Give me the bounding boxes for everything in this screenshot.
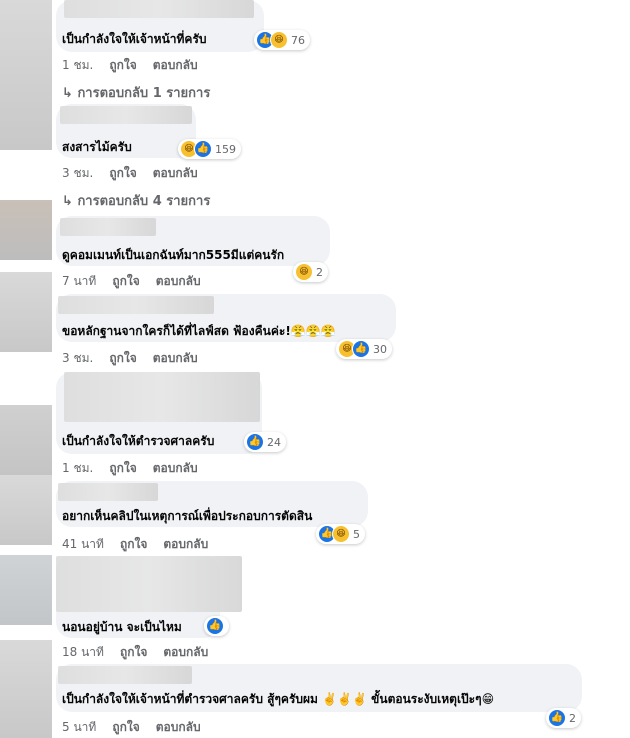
- reactions-summary[interactable]: 👍 😆 76: [254, 30, 310, 50]
- comment-bubble: เป็นกำลังใจให้ตำรวจศาลครับ: [56, 372, 262, 454]
- reply-button[interactable]: ตอบกลับ: [153, 164, 198, 183]
- commenter-name[interactable]: [64, 0, 254, 18]
- commenter-name[interactable]: [58, 666, 192, 684]
- avatar[interactable]: [0, 272, 52, 352]
- like-button[interactable]: ถูกใจ: [109, 349, 136, 368]
- commenter-name[interactable]: [58, 296, 214, 314]
- comment-time[interactable]: 3 ชม.: [62, 164, 93, 183]
- like-button[interactable]: ถูกใจ: [120, 643, 147, 662]
- like-icon: 👍: [206, 617, 224, 635]
- reply-button[interactable]: ตอบกลับ: [153, 349, 198, 368]
- like-button[interactable]: ถูกใจ: [112, 718, 139, 737]
- grin-emoji: 😁: [481, 692, 495, 706]
- reactions-summary[interactable]: 😆 👍 159: [178, 139, 241, 159]
- comment-actions: 18 นาที ถูกใจ ตอบกลับ: [62, 643, 208, 662]
- comment-time[interactable]: 1 ชม.: [62, 56, 93, 75]
- comment-bubble: สงสารไม้ครับ: [56, 104, 196, 158]
- comment-text: อยากเห็นคลิปในเหตุการณ์เพื่อประกอบการตัด…: [62, 509, 313, 523]
- comment-time[interactable]: 7 นาที: [62, 272, 96, 291]
- avatar[interactable]: [0, 405, 52, 475]
- commenter-name[interactable]: [64, 372, 260, 422]
- haha-icon: 😆: [270, 31, 288, 49]
- reply-button[interactable]: ตอบกลับ: [156, 272, 201, 291]
- commenter-name[interactable]: [56, 556, 242, 612]
- comment-actions: 3 ชม. ถูกใจ ตอบกลับ: [62, 164, 198, 183]
- victory-emoji: ✌️✌️✌️: [322, 692, 367, 706]
- comment-bubble: ดูคอมเมนท์เป็นเอกฉันท์มาก555มีแต่คนรัก: [56, 216, 330, 266]
- comment-time[interactable]: 1 ชม.: [62, 459, 93, 478]
- reaction-count: 24: [267, 435, 281, 449]
- reply-button[interactable]: ตอบกลับ: [156, 718, 201, 737]
- comment-bubble: เป็นกำลังใจให้เจ้าหน้าที่ตำรวจศาลครับ สู…: [56, 664, 582, 712]
- like-icon: 👍: [352, 340, 370, 358]
- comment-bubble: อยากเห็นคลิปในเหตุการณ์เพื่อประกอบการตัด…: [56, 481, 368, 527]
- like-button[interactable]: ถูกใจ: [120, 535, 147, 554]
- reply-button[interactable]: ตอบกลับ: [153, 56, 198, 75]
- commenter-name[interactable]: [60, 106, 192, 124]
- like-button[interactable]: ถูกใจ: [109, 164, 136, 183]
- reaction-count: 5: [353, 527, 360, 541]
- avatar[interactable]: [0, 555, 52, 625]
- reactions-summary[interactable]: 😆 2: [293, 262, 328, 282]
- comment-bubble: ขอหลักฐานจากใครก็ได้ที่ไลฟ์สด ฟ้องคืนค่ะ…: [56, 294, 396, 342]
- reactions-summary[interactable]: 😆 👍 30: [336, 339, 392, 359]
- reactions-summary[interactable]: 👍 24: [244, 432, 286, 452]
- reaction-count: 76: [291, 33, 305, 47]
- comment-time[interactable]: 5 นาที: [62, 718, 96, 737]
- avatar[interactable]: [0, 475, 52, 545]
- like-icon: 👍: [194, 140, 212, 158]
- comment-actions: 1 ชม. ถูกใจ ตอบกลับ: [62, 459, 198, 478]
- reactions-summary[interactable]: 👍: [204, 616, 229, 636]
- comment-text: นอนอยู่บ้าน จะเป็นไหม: [62, 620, 182, 634]
- avatar[interactable]: [0, 0, 52, 150]
- comment-actions: 3 ชม. ถูกใจ ตอบกลับ: [62, 349, 198, 368]
- reaction-count: 30: [373, 342, 387, 356]
- comment-actions: 5 นาที ถูกใจ ตอบกลับ: [62, 718, 201, 737]
- avatar[interactable]: [0, 640, 52, 738]
- comment-text: เป็นกำลังใจให้ตำรวจศาลครับ: [62, 434, 215, 448]
- avatar[interactable]: [0, 200, 52, 260]
- commenter-name[interactable]: [58, 483, 158, 501]
- reaction-count: 159: [215, 142, 236, 156]
- like-button[interactable]: ถูกใจ: [109, 459, 136, 478]
- reply-button[interactable]: ตอบกลับ: [163, 535, 208, 554]
- reply-button[interactable]: ตอบกลับ: [163, 643, 208, 662]
- comment-time[interactable]: 18 นาที: [62, 643, 104, 662]
- commenter-name[interactable]: [60, 218, 156, 236]
- comment-actions: 41 นาที ถูกใจ ตอบกลับ: [62, 535, 208, 554]
- like-button[interactable]: ถูกใจ: [112, 272, 139, 291]
- comment-actions: 1 ชม. ถูกใจ ตอบกลับ: [62, 56, 198, 75]
- reply-arrow-icon: ↳: [62, 194, 73, 209]
- reactions-summary[interactable]: 👍 😆 5: [316, 524, 365, 544]
- comment-text: เป็นกำลังใจให้เจ้าหน้าที่ครับ: [62, 32, 207, 46]
- like-icon: 👍: [246, 433, 264, 451]
- like-button[interactable]: ถูกใจ: [109, 56, 136, 75]
- comment-text: สงสารไม้ครับ: [62, 140, 132, 154]
- reaction-count: 2: [569, 711, 576, 725]
- reply-arrow-icon: ↳: [62, 86, 73, 101]
- haha-icon: 😆: [295, 263, 313, 281]
- comment-time[interactable]: 41 นาที: [62, 535, 104, 554]
- comment-text: เป็นกำลังใจให้เจ้าหน้าที่ตำรวจศาลครับ สู…: [62, 692, 495, 706]
- reactions-summary[interactable]: 👍 2: [546, 708, 581, 728]
- comment-actions: 7 นาที ถูกใจ ตอบกลับ: [62, 272, 201, 291]
- comment-text: ดูคอมเมนท์เป็นเอกฉันท์มาก555มีแต่คนรัก: [62, 248, 285, 262]
- reaction-count: 2: [316, 265, 323, 279]
- view-replies-link[interactable]: ↳ การตอบกลับ 4 รายการ: [62, 190, 210, 211]
- angry-emoji: 😤😤😤: [290, 324, 336, 338]
- comment-time[interactable]: 3 ชม.: [62, 349, 93, 368]
- like-icon: 👍: [548, 709, 566, 727]
- comment-bubble: เป็นกำลังใจให้เจ้าหน้าที่ครับ: [56, 0, 264, 52]
- haha-icon: 😆: [332, 525, 350, 543]
- view-replies-link[interactable]: ↳ การตอบกลับ 1 รายการ: [62, 82, 210, 103]
- reply-button[interactable]: ตอบกลับ: [153, 459, 198, 478]
- comment-text: ขอหลักฐานจากใครก็ได้ที่ไลฟ์สด ฟ้องคืนค่ะ…: [62, 324, 336, 338]
- comment-bubble: นอนอยู่บ้าน จะเป็นไหม: [56, 556, 242, 638]
